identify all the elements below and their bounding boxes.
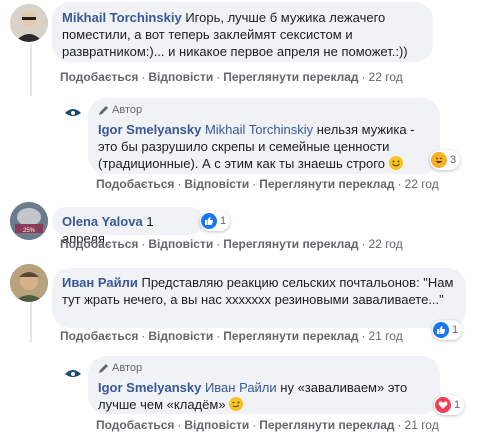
reply-link[interactable]: Відповісти <box>148 70 213 84</box>
like-link[interactable]: Подобається <box>96 177 174 191</box>
svg-text:25%: 25% <box>23 228 36 234</box>
reply-link[interactable]: Відповісти <box>184 418 249 432</box>
timestamp[interactable]: 22 год <box>405 177 439 191</box>
comment-actions: Подобається · Відповісти · Переглянути перек… <box>96 177 439 191</box>
reaction-summary[interactable]: 1 <box>200 211 231 231</box>
reaction-summary[interactable]: 3 <box>430 150 461 170</box>
comment-author[interactable]: Mikhail Torchinskiy <box>62 10 182 25</box>
reaction-count: 1 <box>220 215 227 227</box>
comment-author[interactable]: Olena Yalova <box>62 214 143 229</box>
avatar-photo-icon <box>62 362 84 384</box>
thread-line <box>30 44 32 96</box>
reaction-count: 1 <box>454 399 461 411</box>
comment-bubble: Mikhail Torchinskiy Игорь, лучше б мужик… <box>52 2 433 62</box>
reply-link[interactable]: Відповісти <box>148 329 213 343</box>
avatar[interactable]: 25% <box>10 202 48 240</box>
reaction-summary[interactable]: 1 <box>432 320 463 340</box>
avatar[interactable] <box>62 362 84 384</box>
reply-link[interactable]: Відповісти <box>184 177 249 191</box>
timestamp[interactable]: 22 год <box>369 70 403 84</box>
author-badge: Автор <box>98 360 430 377</box>
avatar[interactable] <box>10 4 48 42</box>
avatar-photo-icon <box>62 101 84 123</box>
comment-bubble: Иван Райли Представляю реакцию сельских … <box>52 268 466 328</box>
timestamp[interactable]: 21 год <box>405 418 439 432</box>
comment-actions: Подобається · Відповісти · Переглянути перек… <box>60 237 403 251</box>
timestamp[interactable]: 21 год <box>369 329 403 343</box>
like-link[interactable]: Подобається <box>60 329 138 343</box>
like-link[interactable]: Подобається <box>60 237 138 251</box>
comment-bubble: Olena Yalova 1 апреля <box>52 207 204 246</box>
pen-icon <box>99 106 108 115</box>
comment-bubble: Автор Igor Smelyansky Иван Райли ну «зав… <box>88 356 440 414</box>
translate-link[interactable]: Переглянути переклад <box>223 237 358 251</box>
comment-author[interactable]: Иван Райли <box>62 275 138 290</box>
reaction-count: 1 <box>452 324 459 336</box>
author-badge: Автор <box>98 102 430 119</box>
comment-author[interactable]: Igor Smelyansky <box>98 380 201 395</box>
avatar-photo-icon <box>10 4 48 42</box>
like-link[interactable]: Подобається <box>60 70 138 84</box>
wink-emoji-icon <box>229 397 244 411</box>
mention-link[interactable]: Mikhail Torchinskiy <box>205 122 313 137</box>
comment-actions: Подобається · Відповісти · Переглянути перек… <box>60 70 403 84</box>
love-reaction-icon <box>435 397 451 413</box>
comment-actions: Подобається · Відповісти · Переглянути перек… <box>60 329 403 343</box>
translate-link[interactable]: Переглянути переклад <box>259 418 394 432</box>
smile-emoji-icon <box>388 156 403 170</box>
like-reaction-icon <box>433 322 449 338</box>
translate-link[interactable]: Переглянути переклад <box>259 177 394 191</box>
avatar[interactable] <box>62 101 84 123</box>
reaction-count: 3 <box>450 154 457 166</box>
reaction-summary[interactable]: 1 <box>434 395 465 415</box>
translate-link[interactable]: Переглянути переклад <box>223 329 358 343</box>
avatar-photo-icon: 25% <box>10 202 48 240</box>
pen-icon <box>99 364 108 373</box>
like-reaction-icon <box>201 213 217 229</box>
reply-link[interactable]: Відповісти <box>148 237 213 251</box>
avatar-photo-icon <box>10 264 48 302</box>
haha-reaction-icon <box>431 152 447 168</box>
like-link[interactable]: Подобається <box>96 418 174 432</box>
mention-link[interactable]: Иван Райли <box>205 380 277 395</box>
comment-author[interactable]: Igor Smelyansky <box>98 122 201 137</box>
avatar[interactable] <box>10 264 48 302</box>
timestamp[interactable]: 22 год <box>369 237 403 251</box>
comment-actions: Подобається · Відповісти · Переглянути перек… <box>96 418 439 432</box>
comment-bubble: Автор Igor Smelyansky Mikhail Torchinski… <box>88 98 440 174</box>
translate-link[interactable]: Переглянути переклад <box>223 70 358 84</box>
